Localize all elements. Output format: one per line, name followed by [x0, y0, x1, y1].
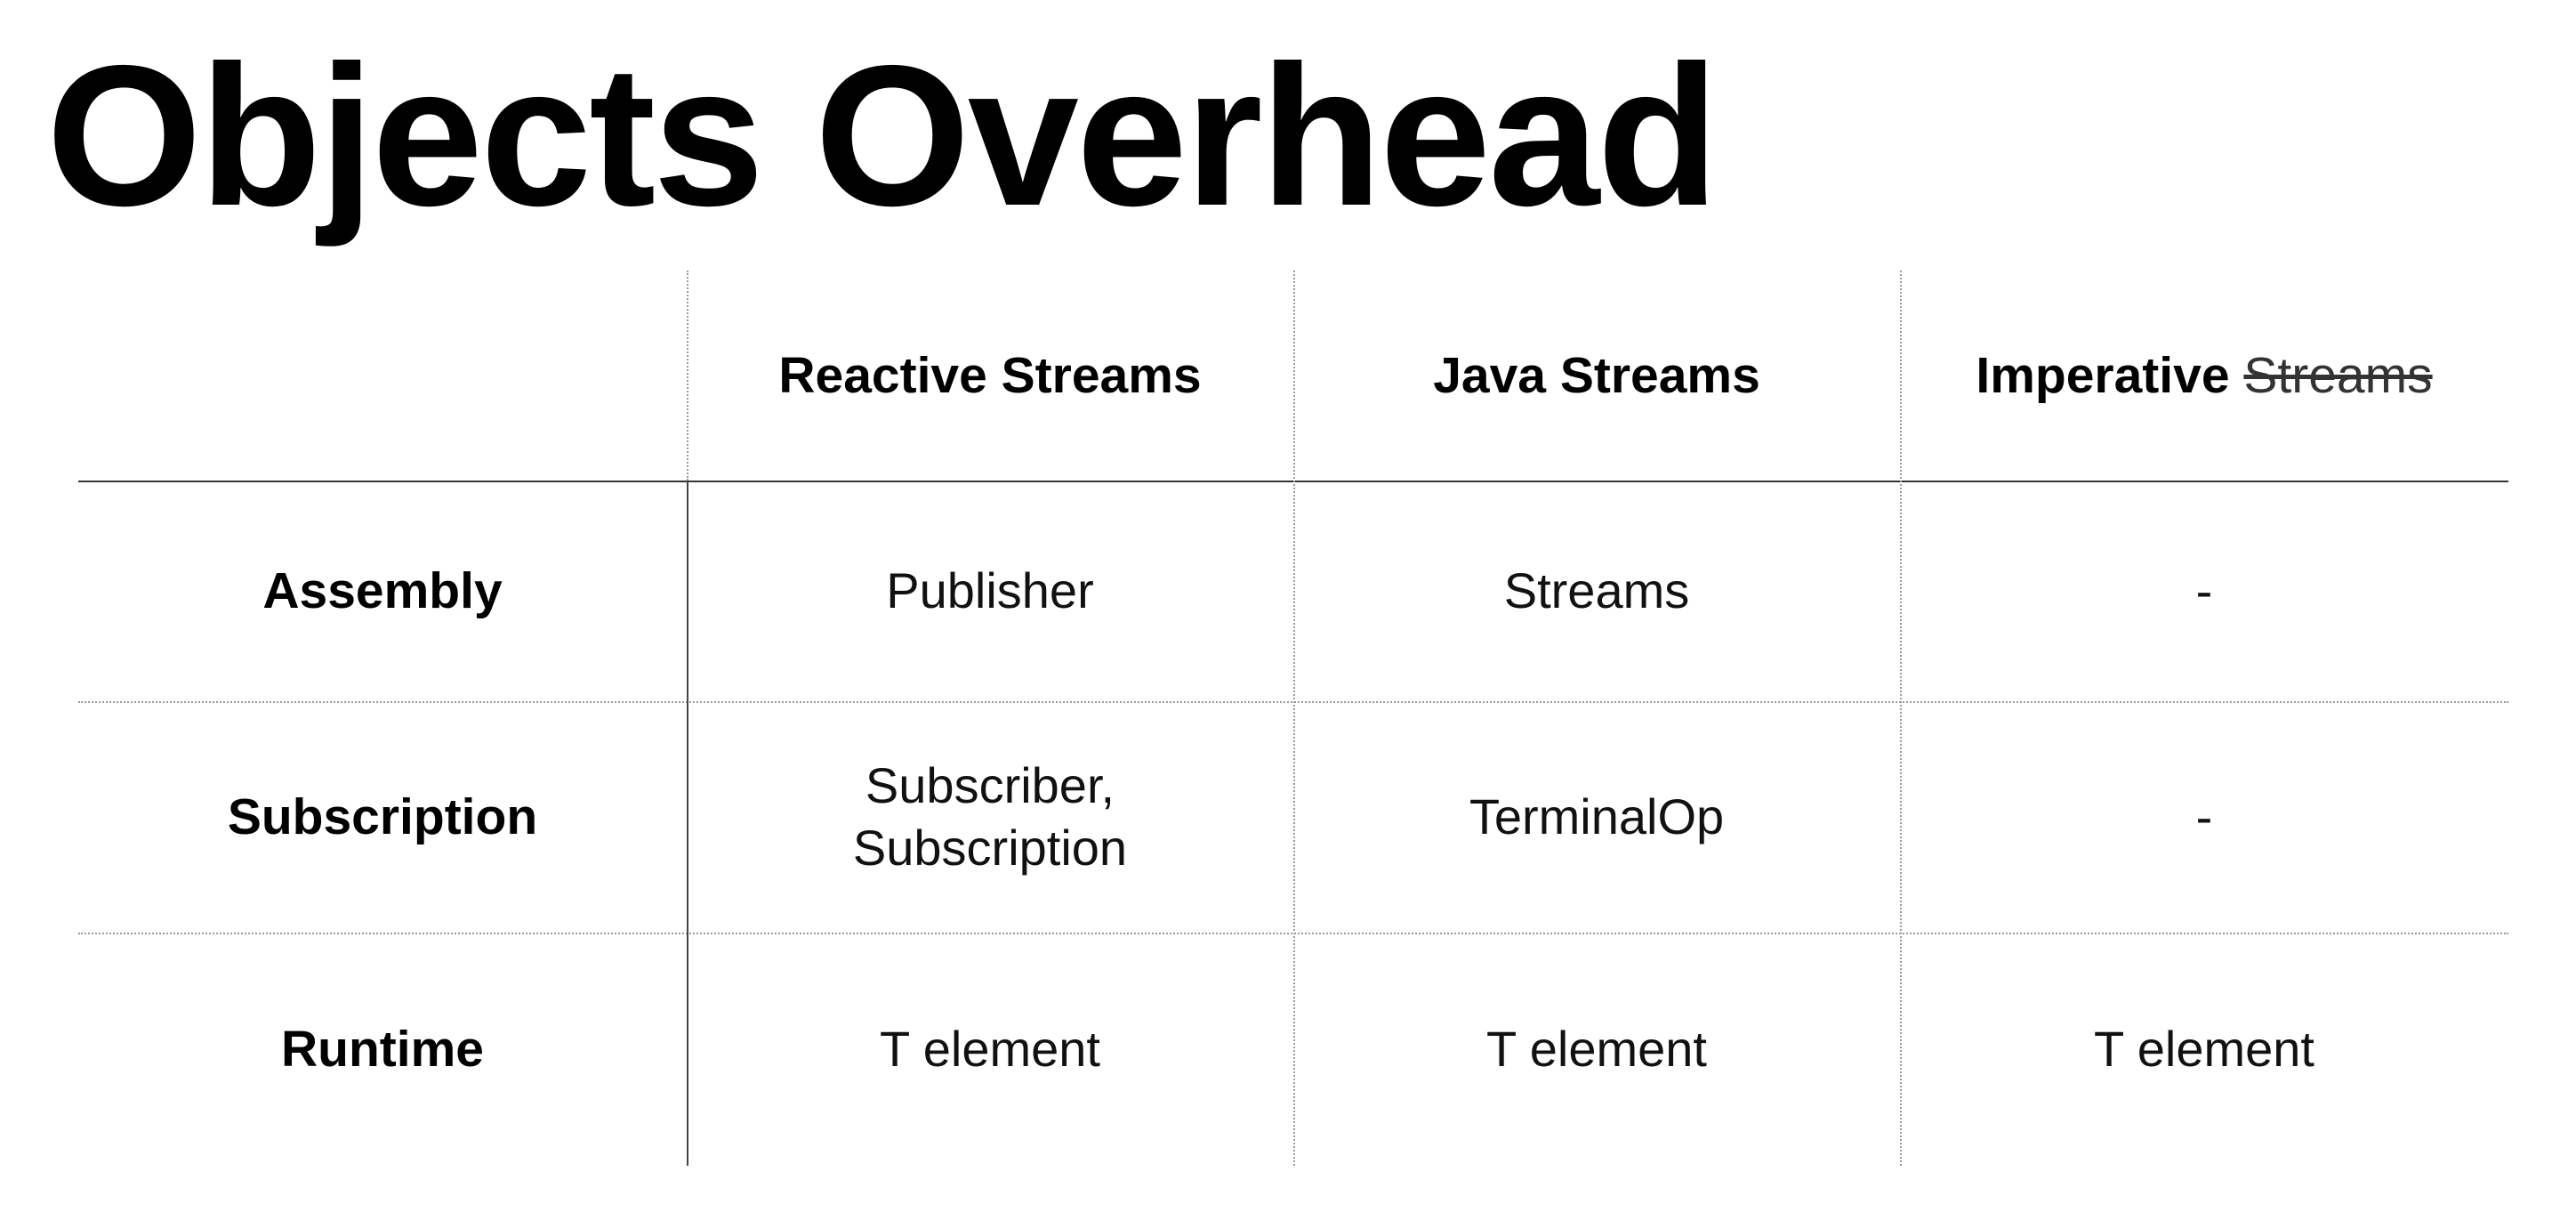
cell-text: Subscription	[852, 820, 1128, 876]
table-cell: T element	[1293, 933, 1900, 1166]
row-header-runtime: Runtime	[78, 933, 687, 1166]
cell-text: Streams	[1503, 562, 1690, 618]
table-cell: Streams	[1293, 481, 1900, 701]
row-header-assembly: Assembly	[78, 481, 687, 701]
row-header-subscription: Subscription	[78, 701, 687, 933]
column-header-label: Reactive Streams	[778, 347, 1202, 404]
slide: Objects Overhead Reactive Streams Java S…	[0, 0, 2576, 1212]
row-header-label: Runtime	[281, 1021, 484, 1078]
column-header-reactive-streams: Reactive Streams	[687, 271, 1293, 481]
struck-text: Streams	[2243, 347, 2433, 404]
cell-text: T element	[880, 1021, 1100, 1077]
cell-text: TerminalOp	[1469, 788, 1725, 844]
slide-title: Objects Overhead	[46, 23, 1719, 247]
cell-text: -	[2195, 788, 2213, 844]
cell-text: T element	[2094, 1021, 2314, 1077]
row-header-label: Subscription	[227, 788, 538, 845]
cell-text: Subscriber,	[865, 757, 1115, 813]
table-cell: TerminalOp	[1293, 701, 1900, 933]
column-header-label: Imperative	[1976, 347, 2230, 404]
column-header-java-streams: Java Streams	[1293, 271, 1900, 481]
column-header-imperative: Imperative Streams	[1900, 271, 2508, 481]
table-cell: -	[1900, 701, 2508, 933]
table-cell: T element	[1900, 933, 2508, 1166]
table-cell: Subscriber, Subscription	[687, 701, 1293, 933]
table-cell: -	[1900, 481, 2508, 701]
column-header-label: Java Streams	[1433, 347, 1760, 404]
cell-text: T element	[1486, 1021, 1707, 1077]
cell-text: -	[2195, 562, 2213, 618]
table-cell: T element	[687, 933, 1293, 1166]
table-cell: Publisher	[687, 481, 1293, 701]
row-header-label: Assembly	[262, 562, 503, 619]
comparison-table: Reactive Streams Java Streams Imperative…	[78, 271, 2508, 1166]
cell-text: Publisher	[886, 562, 1094, 618]
